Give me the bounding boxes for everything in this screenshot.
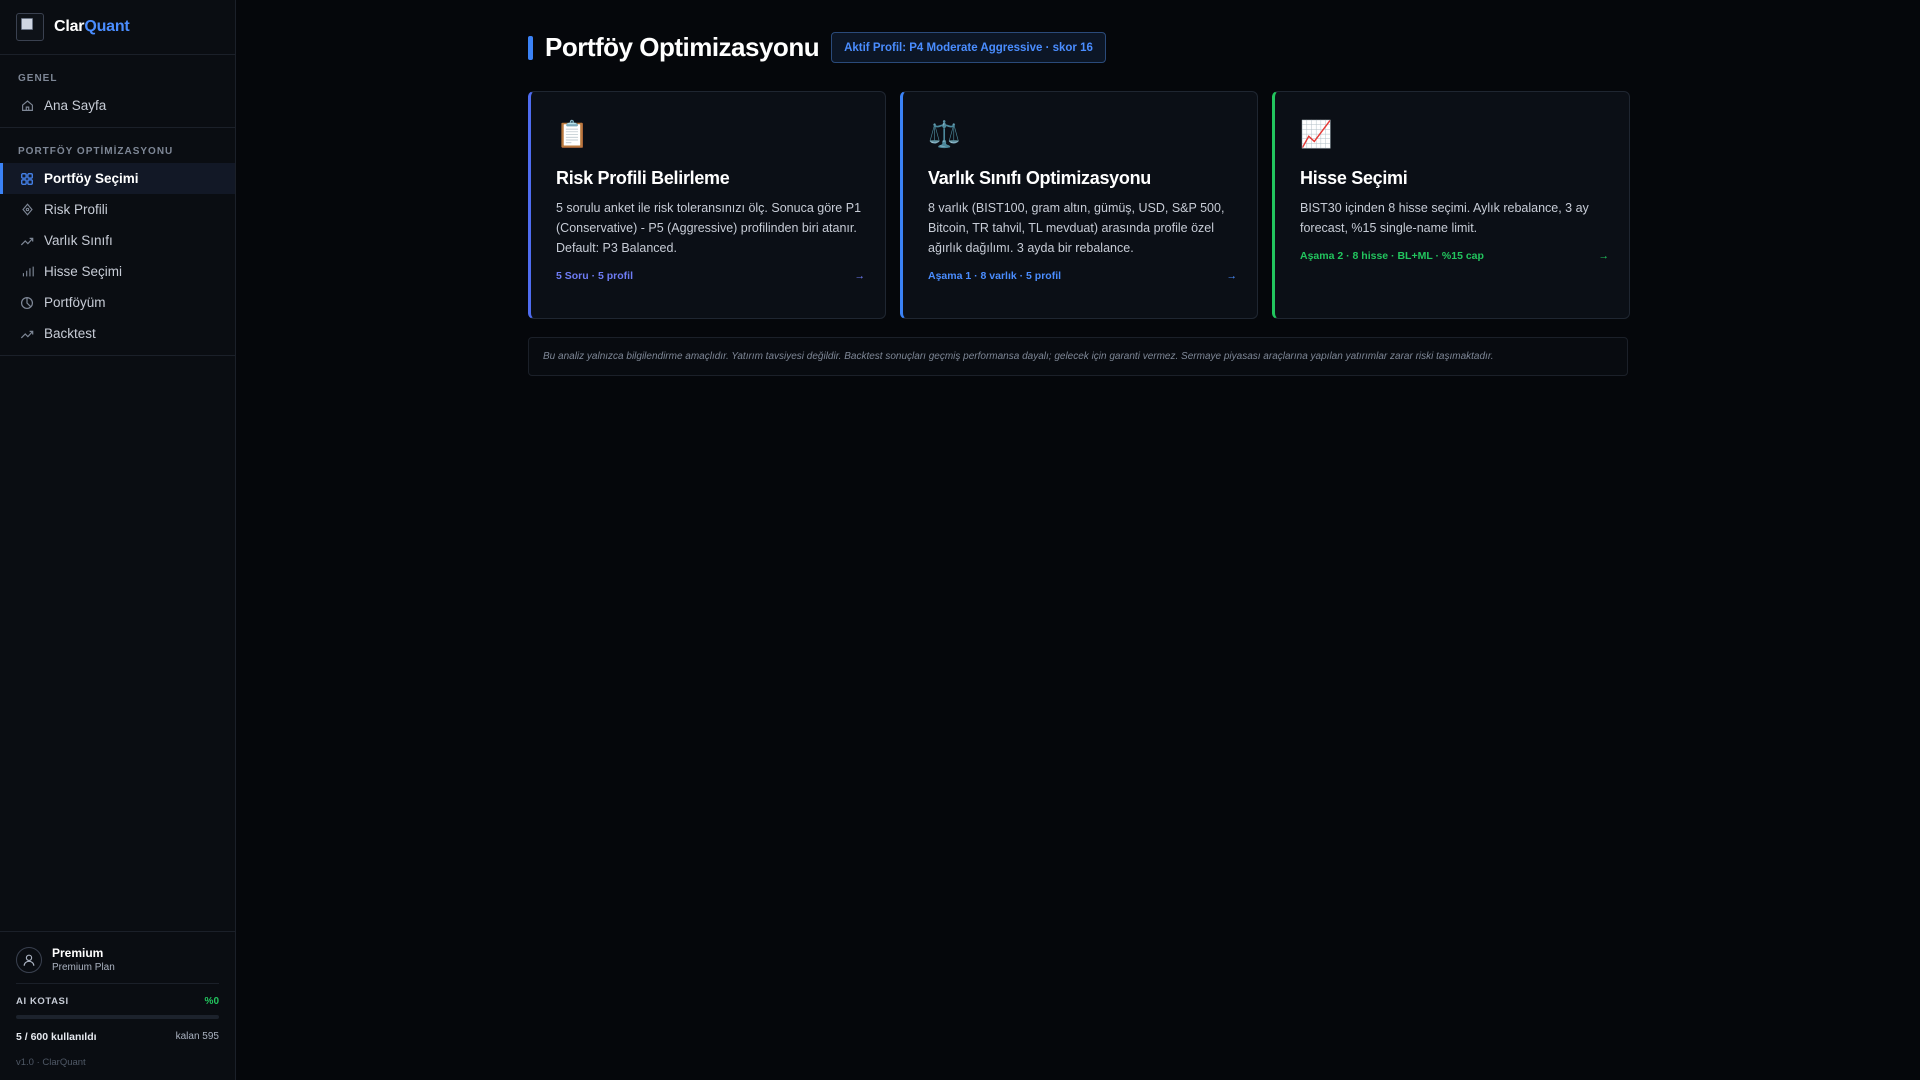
arrow-right-icon[interactable]: →: [1599, 250, 1610, 262]
brand-name-part1: Clar: [54, 18, 85, 35]
card-meta: Aşama 1 · 8 varlık · 5 profil: [928, 270, 1062, 282]
card-meta: 5 Soru · 5 profil: [556, 270, 634, 282]
quota-percent: %0: [204, 996, 219, 1007]
brand[interactable]: ClarQuant: [0, 0, 235, 55]
sidebar-item-risk-profili[interactable]: Risk Profili: [0, 194, 235, 225]
page-title: Portföy Optimizasyonu: [545, 32, 820, 62]
home-icon: [20, 99, 34, 113]
user-name: Premium: [52, 946, 104, 960]
brand-name-part2: Quant: [84, 18, 130, 35]
sidebar-item-ana-sayfa[interactable]: Ana Sayfa: [0, 90, 235, 121]
card-meta: Aşama 2 · 8 hisse · BL+ML · %15 cap: [1300, 250, 1484, 262]
quota-footer: 5 / 600 kullanıldı kalan 595: [16, 1031, 219, 1043]
card-title: Hisse Seçimi: [1300, 168, 1408, 188]
quota-header: AI KOTASI %0: [16, 996, 219, 1007]
card-footer: Aşama 2 · 8 hisse · BL+ML · %15 cap →: [1300, 250, 1609, 262]
card-title: Varlık Sınıfı Optimizasyonu: [928, 168, 1151, 188]
brand-logo-icon: [16, 13, 44, 41]
sidebar-item-portfoyum[interactable]: Portföyüm: [0, 287, 235, 318]
sidebar-item-label: Risk Profili: [44, 202, 108, 217]
sidebar: ClarQuant GENEL Ana Sayfa PORTFÖY OPTİMİ…: [0, 0, 236, 1080]
disclaimer: Bu analiz yalnızca bilgilendirme amaçlıd…: [528, 337, 1628, 376]
sidebar-item-label: Varlık Sınıfı: [44, 233, 113, 248]
sidebar-item-portfoy-secimi[interactable]: Portföy Seçimi: [0, 163, 235, 194]
arrow-right-icon[interactable]: →: [855, 270, 866, 282]
user-block: Premium Premium Plan AI KOTASI %0 5 / 60…: [0, 931, 235, 1080]
quota-progress-bar: [16, 1015, 219, 1019]
card-risk-profili[interactable]: 📋 Risk Profili Belirleme 5 sorulu anket …: [528, 91, 886, 319]
user-info: Premium Premium Plan: [52, 946, 115, 973]
page-header: Portföy Optimizasyonu Aktif Profil: P4 M…: [528, 32, 1106, 63]
user-avatar-icon: [16, 946, 42, 973]
sidebar-item-hisse-secimi[interactable]: Hisse Seçimi: [0, 256, 235, 287]
brand-name: ClarQuant: [54, 18, 130, 36]
title-accent-bar: [528, 35, 533, 60]
card-hisse-secimi[interactable]: 📈 Hisse Seçimi BIST30 içinden 8 hisse se…: [1272, 91, 1630, 319]
bar-chart-icon: [20, 265, 34, 279]
quota-label: AI KOTASI: [16, 996, 69, 1007]
card-description: BIST30 içinden 8 hisse seçimi. Aylık reb…: [1300, 201, 1589, 235]
app-version: v1.0 · ClarQuant: [16, 1057, 86, 1068]
scales-icon: ⚖️: [928, 118, 961, 149]
trend-icon: [20, 234, 34, 248]
nav-group-title: GENEL: [18, 73, 58, 84]
sidebar-item-label: Hisse Seçimi: [44, 264, 123, 279]
quota-used: 5 / 600 kullanıldı: [16, 1031, 97, 1043]
card-description: 5 sorulu anket ile risk toleransınızı öl…: [556, 201, 862, 255]
card-title: Risk Profili Belirleme: [556, 168, 730, 188]
sidebar-item-label: Ana Sayfa: [44, 98, 107, 113]
card-footer: Aşama 1 · 8 varlık · 5 profil →: [928, 270, 1237, 282]
user-plan: Premium Plan: [52, 962, 115, 973]
sidebar-item-label: Portföyüm: [44, 295, 106, 310]
crosshair-icon: [20, 203, 34, 217]
user-profile[interactable]: Premium Premium Plan: [16, 946, 219, 984]
active-profile-badge[interactable]: Aktif Profil: P4 Moderate Aggressive · s…: [831, 32, 1106, 63]
clipboard-icon: 📋: [556, 118, 589, 149]
nav-group-title: PORTFÖY OPTİMİZASYONU: [18, 146, 174, 157]
nav-group-portfolio: PORTFÖY OPTİMİZASYONU Portföy Seçimi Ris…: [0, 128, 235, 356]
chart-up-icon: 📈: [1300, 118, 1333, 149]
sidebar-item-varlik-sinifi[interactable]: Varlık Sınıfı: [0, 225, 235, 256]
sidebar-item-label: Backtest: [44, 326, 96, 341]
pie-icon: [20, 296, 34, 310]
nav-group-general: GENEL Ana Sayfa: [0, 55, 235, 128]
module-cards: 📋 Risk Profili Belirleme 5 sorulu anket …: [528, 91, 1630, 319]
card-varlik-sinifi[interactable]: ⚖️ Varlık Sınıfı Optimizasyonu 8 varlık …: [900, 91, 1258, 319]
card-footer: 5 Soru · 5 profil →: [556, 270, 865, 282]
arrow-right-icon[interactable]: →: [1227, 270, 1238, 282]
quota-remaining: kalan 595: [175, 1031, 219, 1042]
trend-icon: [20, 327, 34, 341]
sidebar-item-label: Portföy Seçimi: [44, 171, 139, 186]
grid-icon: [20, 172, 34, 186]
sidebar-item-backtest[interactable]: Backtest: [0, 318, 235, 349]
card-description: 8 varlık (BIST100, gram altın, gümüş, US…: [928, 201, 1225, 255]
